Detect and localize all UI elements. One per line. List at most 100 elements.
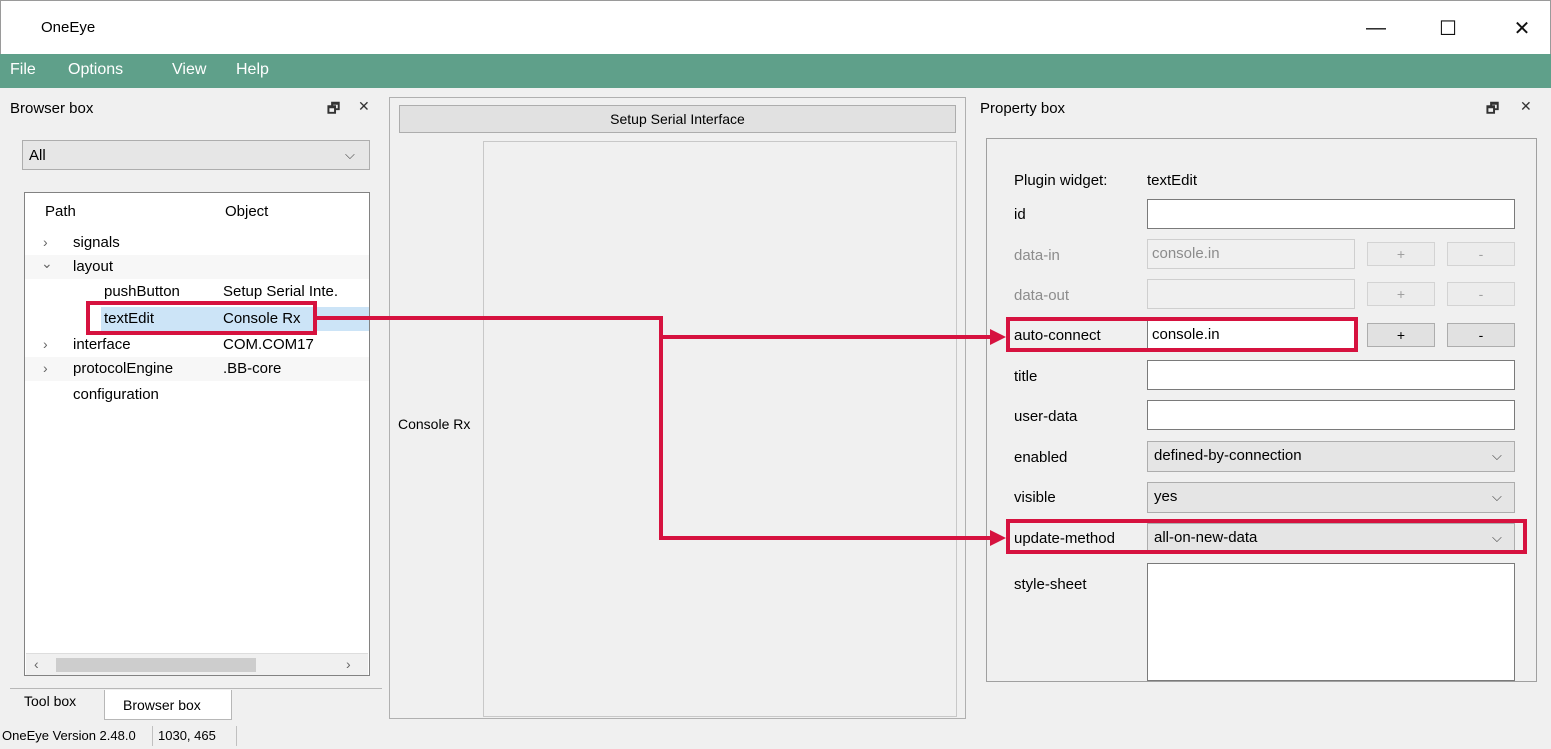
data-in-input: console.in bbox=[1147, 239, 1355, 269]
tree-path: protocolEngine bbox=[73, 360, 174, 377]
plugin-widget-value: textEdit bbox=[1147, 172, 1198, 189]
layout-preview: Setup Serial Interface Console Rx bbox=[389, 97, 966, 719]
float-icon[interactable]: 🗗 bbox=[327, 98, 340, 122]
chevron-right-icon[interactable]: › bbox=[43, 360, 48, 376]
data-out-remove-button: - bbox=[1447, 282, 1515, 306]
column-header-path[interactable]: Path bbox=[45, 203, 76, 220]
data-in-label: data-in bbox=[1014, 247, 1060, 264]
minimize-button[interactable]: — bbox=[1347, 1, 1405, 55]
arrow-line-vertical bbox=[659, 316, 663, 540]
chevron-right-icon[interactable]: › bbox=[43, 234, 48, 250]
chevron-down-icon[interactable]: ⌄ bbox=[41, 255, 53, 272]
data-in-value: console.in bbox=[1152, 245, 1220, 262]
id-label: id bbox=[1014, 206, 1026, 223]
close-button[interactable]: ✕ bbox=[1493, 1, 1551, 55]
user-data-label: user-data bbox=[1014, 408, 1078, 425]
highlight-auto-connect bbox=[1006, 317, 1358, 352]
arrow-line-to-auto-connect bbox=[663, 335, 993, 339]
maximize-button[interactable]: ☐ bbox=[1419, 1, 1477, 55]
title-bar: OneEye — ☐ ✕ bbox=[0, 0, 1551, 54]
close-panel-icon[interactable]: ✕ bbox=[1520, 98, 1532, 115]
button-label: - bbox=[1478, 246, 1484, 262]
menu-view[interactable]: View bbox=[172, 61, 206, 79]
auto-connect-remove-button[interactable]: - bbox=[1447, 323, 1515, 347]
tree-row-configuration[interactable]: configuration bbox=[25, 383, 369, 407]
chevron-down-icon: ⌵ bbox=[1492, 489, 1502, 504]
chevron-right-icon[interactable]: › bbox=[43, 336, 48, 352]
arrowhead-icon bbox=[990, 329, 1006, 345]
arrowhead-icon bbox=[990, 530, 1006, 546]
tree-object: COM.COM17 bbox=[223, 336, 314, 353]
property-box-title: Property box bbox=[980, 100, 1066, 117]
enabled-value: defined-by-connection bbox=[1154, 447, 1302, 464]
data-out-add-button: + bbox=[1367, 282, 1435, 306]
browser-tree[interactable]: Path Object › signals ⌄ layout pushButto… bbox=[24, 192, 370, 676]
button-label: + bbox=[1396, 286, 1406, 302]
data-in-add-button: + bbox=[1367, 242, 1435, 266]
maximize-icon: ☐ bbox=[1439, 17, 1457, 40]
window-title: OneEye bbox=[41, 19, 96, 36]
filter-combo[interactable]: All ⌵ bbox=[22, 140, 370, 170]
tree-object: .BB-core bbox=[223, 360, 282, 377]
setup-serial-interface-button[interactable]: Setup Serial Interface bbox=[399, 105, 956, 133]
close-panel-icon[interactable]: ✕ bbox=[358, 98, 370, 115]
visible-label: visible bbox=[1014, 489, 1056, 506]
tab-label: Browser box bbox=[123, 697, 201, 713]
button-label: + bbox=[1396, 327, 1406, 343]
chevron-down-icon: ⌵ bbox=[1492, 448, 1502, 463]
console-rx-label: Console Rx bbox=[398, 416, 471, 432]
float-icon[interactable]: 🗗 bbox=[1486, 98, 1499, 122]
visible-combo[interactable]: yes ⌵ bbox=[1147, 482, 1515, 513]
tree-row-protocolengine[interactable]: › protocolEngine .BB-core bbox=[25, 357, 369, 381]
tree-row-layout[interactable]: ⌄ layout bbox=[25, 255, 369, 279]
arrow-line-to-update-method bbox=[663, 536, 993, 540]
tree-path: configuration bbox=[73, 386, 159, 403]
plugin-widget-label: Plugin widget: bbox=[1014, 172, 1108, 189]
tab-label: Tool box bbox=[24, 693, 77, 709]
style-sheet-label: style-sheet bbox=[1014, 576, 1087, 593]
menu-options[interactable]: Options bbox=[68, 61, 123, 79]
tab-divider bbox=[10, 688, 382, 689]
scroll-right-icon[interactable]: › bbox=[346, 656, 351, 672]
enabled-combo[interactable]: defined-by-connection ⌵ bbox=[1147, 441, 1515, 472]
cursor-coords: 1030, 465 bbox=[158, 728, 216, 743]
browser-box-title: Browser box bbox=[10, 100, 94, 117]
property-frame: Plugin widget: textEdit id data-in conso… bbox=[986, 138, 1537, 682]
filter-value: All bbox=[29, 147, 46, 164]
data-out-label: data-out bbox=[1014, 287, 1070, 304]
tree-row-signals[interactable]: › signals bbox=[25, 231, 369, 255]
tree-path: interface bbox=[73, 336, 131, 353]
title-label: title bbox=[1014, 368, 1038, 385]
column-header-object[interactable]: Object bbox=[225, 203, 268, 220]
menu-file[interactable]: File bbox=[10, 61, 36, 79]
id-input[interactable] bbox=[1147, 199, 1515, 229]
scroll-thumb[interactable] bbox=[56, 658, 256, 672]
data-in-remove-button: - bbox=[1447, 242, 1515, 266]
highlight-textedit-row bbox=[86, 301, 317, 335]
console-rx-textedit[interactable] bbox=[483, 141, 957, 717]
tab-browser-box[interactable]: Browser box bbox=[104, 690, 232, 720]
tree-path: pushButton bbox=[104, 283, 180, 300]
tree-path: layout bbox=[73, 258, 114, 275]
user-data-input[interactable] bbox=[1147, 400, 1515, 430]
status-divider bbox=[152, 726, 153, 746]
auto-connect-add-button[interactable]: + bbox=[1367, 323, 1435, 347]
close-icon: ✕ bbox=[1513, 17, 1531, 40]
button-label: + bbox=[1396, 246, 1406, 262]
horizontal-scrollbar[interactable]: ‹ › bbox=[26, 653, 368, 675]
data-out-input bbox=[1147, 279, 1355, 309]
menu-bar: File Options View Help bbox=[0, 54, 1551, 88]
status-bar: OneEye Version 2.48.0 1030, 465 bbox=[0, 724, 1551, 749]
title-input[interactable] bbox=[1147, 360, 1515, 390]
menu-help[interactable]: Help bbox=[236, 61, 269, 79]
tree-object: Setup Serial Inte. bbox=[223, 283, 339, 300]
scroll-left-icon[interactable]: ‹ bbox=[34, 656, 39, 672]
style-sheet-textarea[interactable] bbox=[1147, 563, 1515, 681]
button-label: - bbox=[1478, 286, 1484, 302]
version-text: OneEye Version 2.48.0 bbox=[2, 728, 136, 743]
tree-row-interface[interactable]: › interface COM.COM17 bbox=[25, 333, 369, 357]
tab-tool-box[interactable]: Tool box bbox=[10, 690, 100, 716]
button-label: - bbox=[1478, 327, 1484, 343]
visible-value: yes bbox=[1154, 488, 1178, 505]
highlight-update-method bbox=[1006, 519, 1527, 554]
